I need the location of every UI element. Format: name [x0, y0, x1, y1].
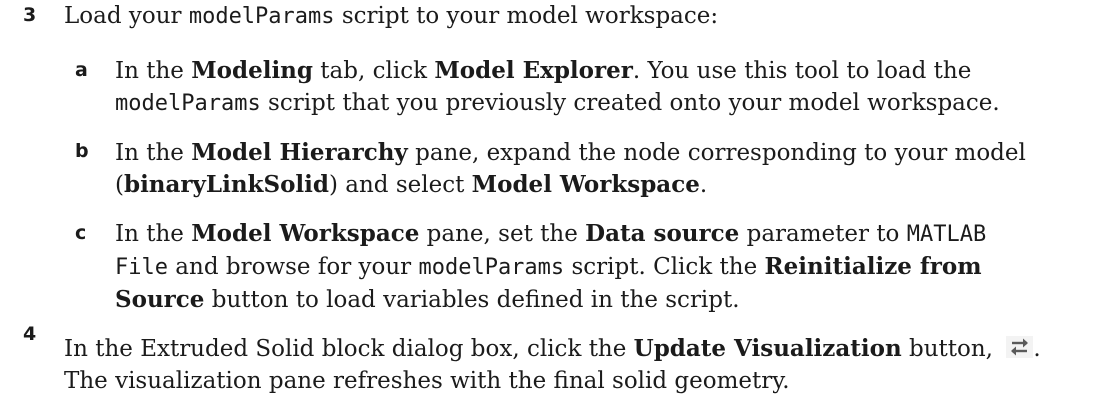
code-modelParams: modelParams [188, 4, 335, 29]
substep-letter-a: a [75, 59, 88, 81]
reinitialize-ref-cont: Source [115, 286, 205, 313]
model-explorer-ref: Model Explorer [434, 57, 633, 84]
step-number-3: 3 [23, 4, 37, 26]
substep-c-text: In the Model Workspace pane, set the Dat… [115, 220, 987, 313]
substep-b-text: In the Model Hierarchy pane, expand the … [115, 139, 1026, 198]
code-file: File [115, 255, 168, 280]
substep-letter-c: c [75, 222, 87, 244]
substep-a-text: In the Modeling tab, click Model Explore… [115, 57, 1000, 116]
modeling-tab-ref: Modeling [191, 57, 313, 84]
code-modelParams: modelParams [418, 255, 565, 280]
model-workspace-pane-ref: Model Workspace [191, 220, 420, 247]
substep-letter-b: b [75, 140, 89, 162]
step-number-4: 4 [23, 323, 37, 345]
code-modelParams: modelParams [115, 91, 261, 116]
update-visualization-ref: Update Visualization [633, 335, 902, 362]
data-source-ref: Data source [585, 220, 740, 247]
code-matlab: MATLAB [906, 222, 987, 247]
model-name-ref: binaryLinkSolid [123, 171, 329, 198]
reinitialize-ref: Reinitialize from [764, 253, 982, 280]
update-visualization-icon[interactable] [1006, 336, 1034, 358]
model-hierarchy-ref: Model Hierarchy [191, 139, 408, 166]
step-3-text: Load your modelParams script to your mod… [64, 3, 719, 29]
model-workspace-ref: Model Workspace [471, 171, 700, 198]
step-4-text: In the Extruded Solid block dialog box, … [64, 335, 1041, 394]
